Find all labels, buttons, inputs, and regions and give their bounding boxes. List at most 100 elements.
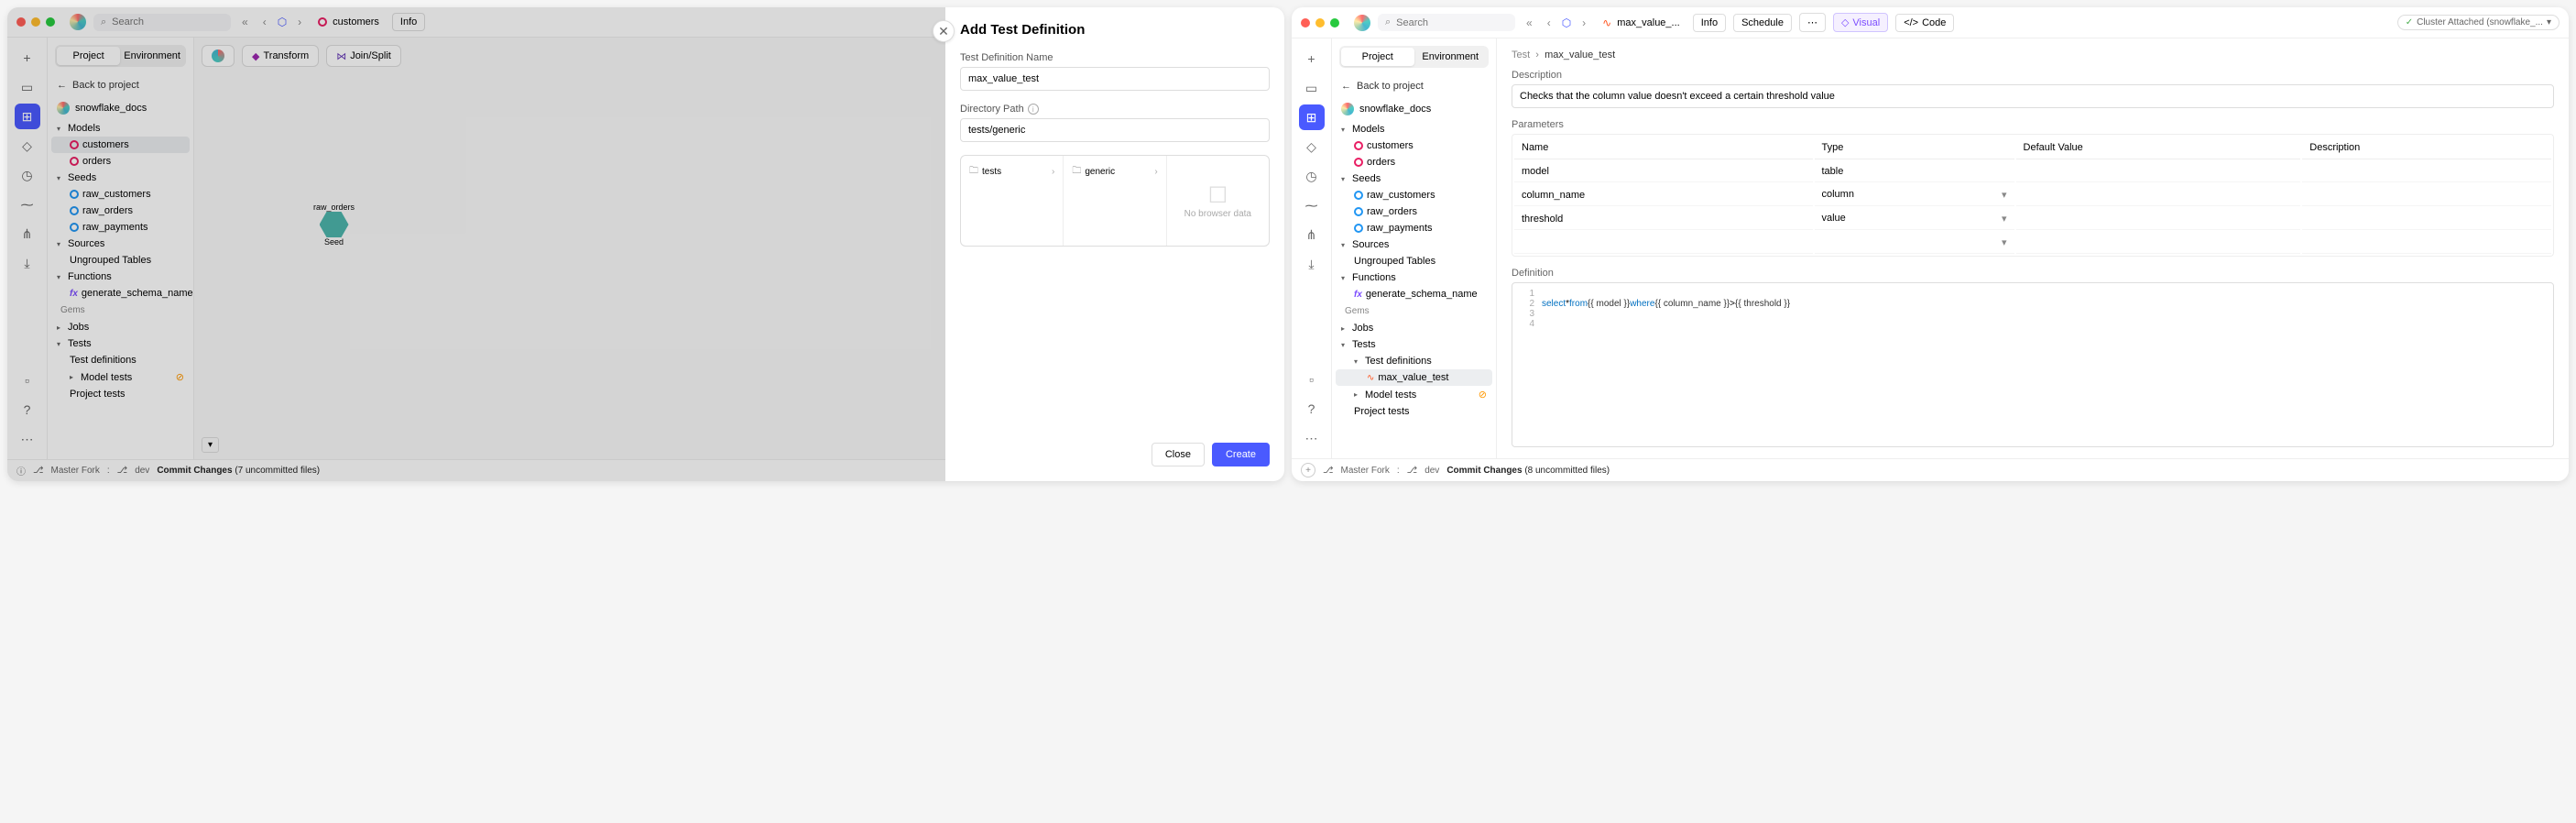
raw-orders-node[interactable]: raw_orders <box>1336 203 1492 220</box>
col-type: Type <box>1815 137 2014 159</box>
max-value-node[interactable]: ∿max_value_test <box>1336 369 1492 386</box>
info-button[interactable]: Info <box>1693 14 1726 32</box>
dir-input[interactable] <box>960 118 1270 142</box>
hex-icon[interactable]: ⬡ <box>1562 16 1571 29</box>
cluster-pill[interactable]: ✓ Cluster Attached (snowflake_... ▾ <box>2397 15 2560 30</box>
models-node[interactable]: ▾Models <box>1336 121 1492 137</box>
app-logo <box>1354 15 1370 31</box>
breadcrumb-current: max_value_test <box>1545 49 1615 60</box>
params-table: Name Type Default Value Description mode… <box>1512 134 2554 257</box>
test-defs-node[interactable]: ▾Test definitions <box>1336 353 1492 369</box>
chevron-left-icon[interactable]: ‹ <box>1544 15 1555 31</box>
back-label: Back to project <box>1357 81 1424 92</box>
visual-button[interactable]: ◇Visual <box>1833 13 1888 32</box>
modal-title: Add Test Definition <box>960 22 1270 38</box>
orders-node[interactable]: orders <box>1336 154 1492 170</box>
gems-label: Gems <box>1336 302 1492 320</box>
name-label: Test Definition Name <box>960 52 1270 63</box>
icon-sidebar: + ▭ ⊞ ◇ ◷ ⁓ ⋔ ⤓ ▫ ? ⋯ <box>1292 38 1332 458</box>
tree: ▾Models customers orders ▾Seeds raw_cust… <box>1332 121 1496 458</box>
add-button[interactable]: + <box>1301 463 1315 477</box>
download-icon[interactable]: ⤓ <box>1299 251 1325 277</box>
back-link[interactable]: ← Back to project <box>1332 75 1496 97</box>
branch-icon: ⎇ <box>1323 466 1334 476</box>
more-button[interactable]: ⋯ <box>1799 13 1826 32</box>
environment-segment[interactable]: Environment <box>1414 48 1488 66</box>
create-button[interactable]: Create <box>1212 443 1270 466</box>
project-tests-node[interactable]: Project tests <box>1336 403 1492 420</box>
col-default: Default Value <box>2016 137 2301 159</box>
raw-customers-node[interactable]: raw_customers <box>1336 187 1492 203</box>
diamond-icon[interactable]: ◇ <box>1299 134 1325 159</box>
customers-node[interactable]: customers <box>1336 137 1492 154</box>
plus-icon[interactable]: + <box>1299 46 1325 71</box>
param-row-empty[interactable]: ▾ <box>1514 232 2551 254</box>
min-dot[interactable] <box>1315 18 1325 27</box>
search-input[interactable] <box>1396 17 1508 28</box>
modal-overlay: ✕ Add Test Definition Test Definition Na… <box>7 7 1284 481</box>
code-icon: </> <box>1904 17 1918 28</box>
functions-node[interactable]: ▾Functions <box>1336 269 1492 286</box>
close-button[interactable]: Close <box>1152 443 1205 466</box>
empty-label: No browser data <box>1184 209 1251 219</box>
breadcrumb-root[interactable]: Test <box>1512 49 1530 60</box>
name-input[interactable] <box>960 67 1270 91</box>
close-icon[interactable]: ✕ <box>933 20 955 42</box>
add-test-modal: ✕ Add Test Definition Test Definition Na… <box>945 7 1284 481</box>
help-icon[interactable]: ? <box>1299 396 1325 422</box>
desc-label: Description <box>1512 70 2554 81</box>
info-icon[interactable]: i <box>1028 104 1039 115</box>
project-segment[interactable]: Project <box>1341 48 1414 66</box>
master-label[interactable]: Master Fork <box>1341 466 1390 476</box>
dev-label[interactable]: dev <box>1424 466 1439 476</box>
inbox-icon: ☐ <box>1208 182 1228 209</box>
param-row[interactable]: modeltable <box>1514 161 2551 182</box>
project-name-row[interactable]: snowflake_docs <box>1332 97 1496 121</box>
left-window: ⌕ « ‹ ⬡ › customers Info + ▭ ⊞ ◇ ◷ ⁓ ⋔ ⤓… <box>7 7 1284 481</box>
model-tests-node[interactable]: ▸Model tests⊘ <box>1336 386 1492 403</box>
close-dot[interactable] <box>1301 18 1310 27</box>
browser-col-1: 🗀tests› <box>961 156 1064 246</box>
more-icon[interactable]: ⋯ <box>1299 425 1325 451</box>
tests-node[interactable]: ▾Tests <box>1336 336 1492 353</box>
desc-input[interactable]: Checks that the column value doesn't exc… <box>1512 84 2554 108</box>
topbar: ⌕ « ‹ ⬡ › ∿ max_value_... Info Schedule … <box>1292 7 2569 38</box>
search-box[interactable]: ⌕ <box>1378 14 1515 31</box>
param-row[interactable]: column_namecolumn ▾ <box>1514 184 2551 206</box>
test-tab[interactable]: ∿ max_value_... <box>1597 15 1686 31</box>
chevron-down-icon: ▾ <box>2547 17 2551 27</box>
folder-browser: 🗀tests› 🗀generic› ☐ No browser data <box>960 155 1270 247</box>
commit-button[interactable]: Commit Changes (8 uncommitted files) <box>1446 466 1610 476</box>
collapse-icon[interactable]: « <box>1523 15 1536 31</box>
gen-schema-node[interactable]: fxgenerate_schema_name <box>1336 286 1492 302</box>
raw-payments-node[interactable]: raw_payments <box>1336 220 1492 236</box>
breadcrumb: Test › max_value_test <box>1512 49 2554 60</box>
code-editor[interactable]: 1 2select * from {{ model }} where {{ co… <box>1512 282 2554 447</box>
seeds-node[interactable]: ▾Seeds <box>1336 170 1492 187</box>
network-icon[interactable]: ⋔ <box>1299 222 1325 247</box>
folder-icon[interactable]: ▭ <box>1299 75 1325 101</box>
max-dot[interactable] <box>1330 18 1339 27</box>
cluster-label: Cluster Attached (snowflake_... <box>2417 17 2543 27</box>
param-row[interactable]: thresholdvalue ▾ <box>1514 208 2551 230</box>
chevron-right-icon[interactable]: › <box>1578 15 1589 31</box>
code-button[interactable]: </>Code <box>1895 14 1954 32</box>
ungrouped-node[interactable]: Ungrouped Tables <box>1336 253 1492 269</box>
jobs-node[interactable]: ▸Jobs <box>1336 320 1492 336</box>
def-label: Definition <box>1512 268 2554 279</box>
clock-icon[interactable]: ◷ <box>1299 163 1325 189</box>
branch-icon-2: ⎇ <box>1407 466 1418 476</box>
tests-folder[interactable]: 🗀tests› <box>966 161 1057 182</box>
bookmark-icon: ◇ <box>1841 16 1849 28</box>
activity-icon[interactable]: ⁓ <box>1299 192 1325 218</box>
content-panel: Test › max_value_test Description Checks… <box>1497 38 2569 458</box>
main-area: + ▭ ⊞ ◇ ◷ ⁓ ⋔ ⤓ ▫ ? ⋯ Project Environmen… <box>1292 38 2569 458</box>
browser-empty: ☐ No browser data <box>1167 156 1269 246</box>
schedule-button[interactable]: Schedule <box>1733 14 1792 32</box>
sources-node[interactable]: ▾Sources <box>1336 236 1492 253</box>
window-controls <box>1301 18 1339 27</box>
generic-folder[interactable]: 🗀generic› <box>1069 161 1160 182</box>
save-icon[interactable]: ▫ <box>1299 367 1325 392</box>
dir-label: Directory Path i <box>960 104 1270 115</box>
grid-icon[interactable]: ⊞ <box>1299 104 1325 130</box>
